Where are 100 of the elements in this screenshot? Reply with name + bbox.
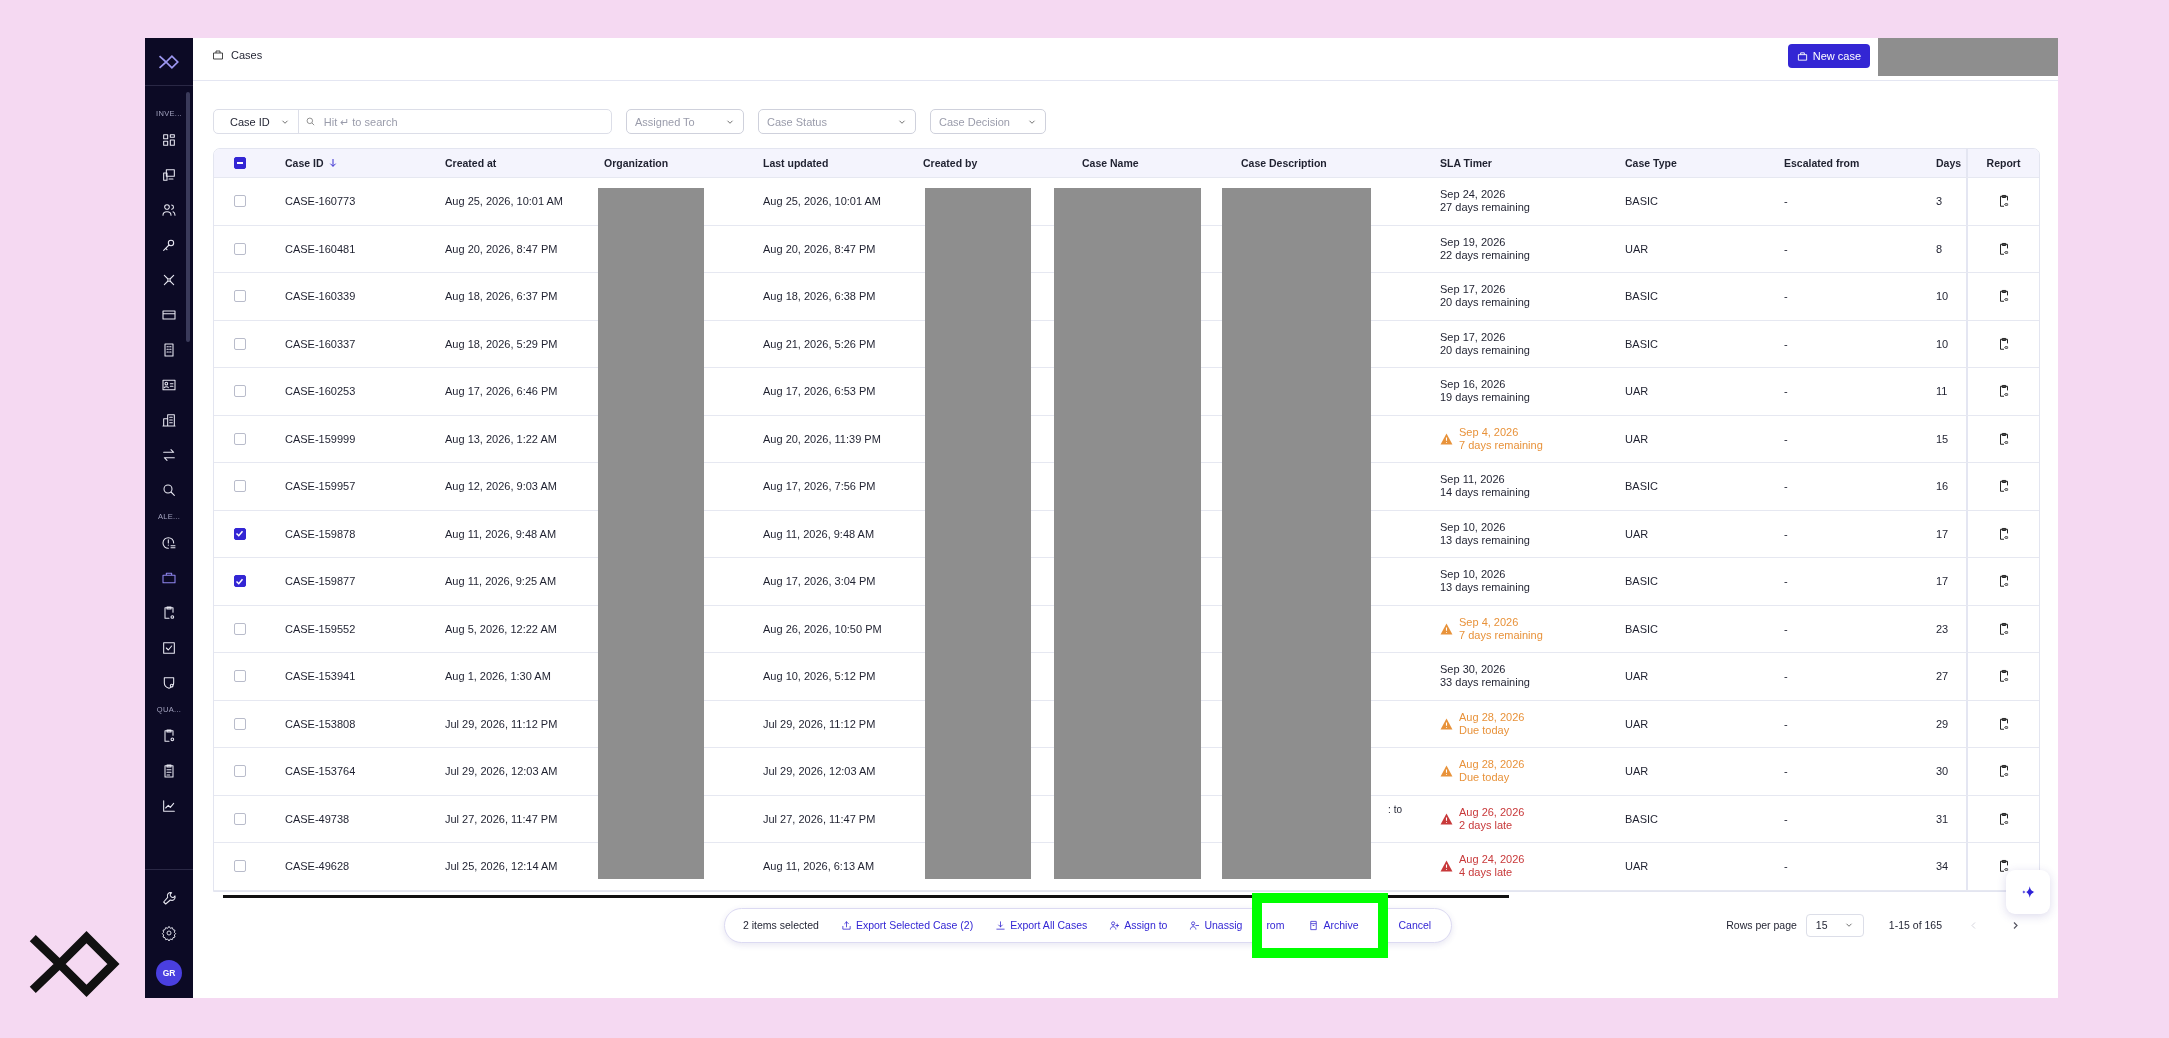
cancel-button[interactable]: Cancel xyxy=(1398,919,1432,931)
column-header[interactable]: Organization xyxy=(604,157,669,169)
table-cell: BASIC xyxy=(1625,337,1658,350)
dashboard-icon[interactable] xyxy=(161,131,177,148)
table-cell: CASE-159552 xyxy=(285,622,356,635)
search-by-dropdown[interactable]: Case ID xyxy=(214,110,299,133)
table-cell: Jul 27, 2026, 11:47 PM xyxy=(763,812,876,825)
user-avatar[interactable]: GR xyxy=(156,960,182,986)
download-icon[interactable] xyxy=(995,919,1007,931)
wrench-icon[interactable] xyxy=(161,890,177,906)
column-header[interactable]: Case Description xyxy=(1241,157,1327,169)
column-header[interactable]: Created by xyxy=(923,157,978,169)
line-chart-icon[interactable] xyxy=(161,797,177,814)
sort-arrow-icon[interactable] xyxy=(328,158,337,168)
sla-date: Sep 17, 2026 xyxy=(1440,283,1507,297)
bulk-action-button[interactable]: Unassig xyxy=(1189,919,1243,931)
table-cell: Jul 27, 2026, 11:47 PM xyxy=(445,812,558,825)
column-header[interactable]: Case Type xyxy=(1625,157,1677,169)
user-plus-icon[interactable] xyxy=(1109,919,1121,931)
user-minus-icon[interactable] xyxy=(1189,919,1201,931)
row-checkbox[interactable] xyxy=(233,765,246,778)
shield-gear-icon[interactable] xyxy=(161,674,177,691)
button-text-fragment[interactable]: rom xyxy=(1266,919,1285,931)
row-checkbox[interactable] xyxy=(233,432,246,445)
table-cell: UAR xyxy=(1625,432,1649,445)
swap-icon[interactable] xyxy=(161,446,177,463)
clipboard-gear-icon[interactable] xyxy=(161,727,177,744)
column-header[interactable]: Days xyxy=(1936,157,1962,169)
table-cell: Jul 29, 2026, 11:12 PM xyxy=(763,717,876,730)
settings-icon[interactable] xyxy=(161,925,177,941)
row-checkbox[interactable] xyxy=(233,812,246,825)
sla-date: Sep 17, 2026 xyxy=(1440,330,1507,344)
logo-icon[interactable] xyxy=(158,53,180,70)
page-title: Cases xyxy=(231,49,263,61)
table-cell: Aug 12, 2026, 9:03 AM xyxy=(445,480,557,493)
users-icon[interactable] xyxy=(161,201,177,218)
column-header[interactable]: Escalated from xyxy=(1784,157,1860,169)
table-cell: Jul 29, 2026, 12:03 AM xyxy=(445,765,558,778)
clipboard-list-icon[interactable] xyxy=(161,762,177,779)
row-checkbox[interactable] xyxy=(233,290,246,303)
table-cell: Aug 17, 2026, 7:56 PM xyxy=(763,480,876,493)
table-cell: Aug 20, 2026, 8:47 PM xyxy=(763,242,876,255)
column-header[interactable]: Report xyxy=(1986,157,2021,169)
table-cell: 31 xyxy=(1936,812,1949,825)
archive-icon[interactable] xyxy=(1308,919,1320,931)
checkbox-icon[interactable] xyxy=(161,639,177,656)
table-cell: Aug 17, 2026, 6:46 PM xyxy=(445,385,558,398)
bulk-action-button[interactable]: Export Selected Case (2) xyxy=(840,919,974,931)
building-icon[interactable] xyxy=(161,341,177,358)
table-cell: UAR xyxy=(1625,385,1649,398)
next-page-icon[interactable] xyxy=(2011,919,2020,931)
row-checkbox[interactable] xyxy=(233,242,246,255)
column-header[interactable]: SLA Timer xyxy=(1440,157,1492,169)
row-checkbox[interactable] xyxy=(233,337,246,350)
table-cell: CASE-160337 xyxy=(285,337,356,350)
row-checkbox[interactable] xyxy=(233,575,246,588)
table-cell: Aug 1, 2026, 1:30 AM xyxy=(445,670,551,683)
column-header[interactable]: Case Name xyxy=(1082,157,1139,169)
table-cell: Aug 18, 2026, 6:38 PM xyxy=(763,290,876,303)
select-all-checkbox[interactable] xyxy=(233,157,246,169)
table-cell: CASE-153764 xyxy=(285,765,356,778)
table-cell: - xyxy=(1784,385,1788,398)
sla-date: Sep 4, 2026 xyxy=(1459,615,1520,629)
clipboard-eye-icon[interactable] xyxy=(161,604,177,621)
table-cell: CASE-153941 xyxy=(285,670,356,683)
table-cell: Aug 18, 2026, 5:29 PM xyxy=(445,337,558,350)
table-cell: 11 xyxy=(1936,385,1948,398)
row-checkbox[interactable] xyxy=(233,385,246,398)
table-cell: UAR xyxy=(1625,527,1649,540)
rows-per-page-select[interactable]: 15 xyxy=(1805,913,1864,937)
table-cell: CASE-160773 xyxy=(285,195,356,208)
sla-date: Aug 26, 2026 xyxy=(1459,805,1525,819)
table-cell: 10 xyxy=(1936,290,1949,303)
table-cell: - xyxy=(1784,860,1788,873)
search-icon[interactable] xyxy=(161,481,177,498)
row-checkbox[interactable] xyxy=(233,670,246,683)
monitor-icon[interactable] xyxy=(161,166,177,183)
row-checkbox[interactable] xyxy=(233,860,246,873)
sla-date: Sep 19, 2026 xyxy=(1440,235,1507,249)
row-checkbox[interactable] xyxy=(233,527,246,540)
column-header[interactable]: Created at xyxy=(445,157,497,169)
row-checkbox[interactable] xyxy=(233,480,246,493)
new-case-button[interactable]: New case xyxy=(1787,44,1870,68)
table-cell: Aug 10, 2026, 5:12 PM xyxy=(763,670,876,683)
bulk-action-button[interactable]: Export All Cases xyxy=(995,919,1088,931)
row-checkbox[interactable] xyxy=(233,195,246,208)
table-cell: 8 xyxy=(1936,242,1943,255)
table-cell: 17 xyxy=(1936,527,1949,540)
alert-list-icon[interactable] xyxy=(161,534,177,551)
bulk-action-button[interactable]: Assign to xyxy=(1109,919,1168,931)
briefcase-icon[interactable] xyxy=(1796,50,1808,62)
buildings-icon[interactable] xyxy=(161,411,177,428)
column-header[interactable]: Case ID xyxy=(285,157,324,169)
export-icon[interactable] xyxy=(840,919,852,931)
row-checkbox[interactable] xyxy=(233,717,246,730)
archive-button[interactable]: Archive xyxy=(1308,919,1359,931)
column-header[interactable]: Last updated xyxy=(763,157,829,169)
search-field[interactable]: Case ID Hit ↵ to search xyxy=(213,109,612,134)
row-checkbox[interactable] xyxy=(233,622,246,635)
search-icon xyxy=(304,116,316,127)
